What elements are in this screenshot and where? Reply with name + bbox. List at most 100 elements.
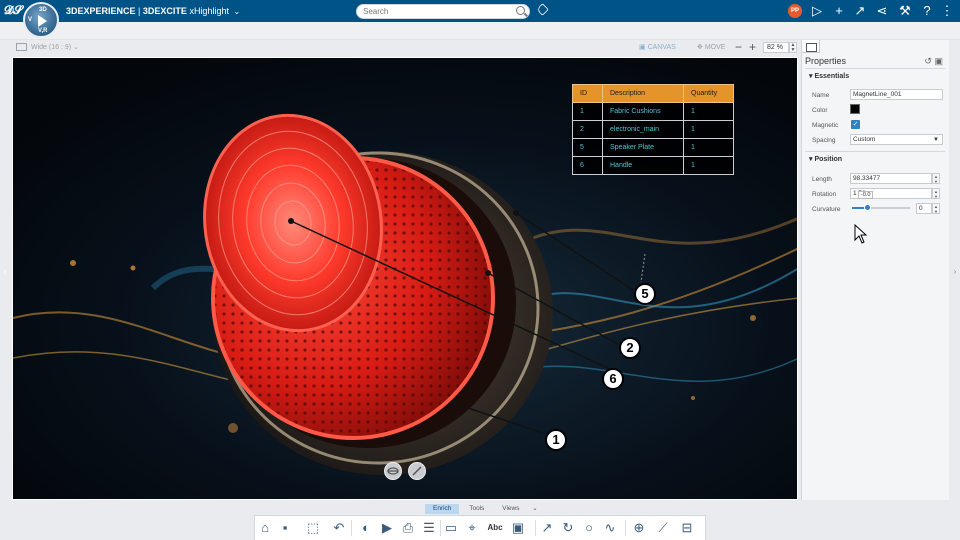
line-icon[interactable]: ⟋: [655, 520, 671, 536]
tabs-chevron-down-icon[interactable]: ⌄: [529, 504, 540, 514]
edit-line-icon[interactable]: [408, 462, 426, 480]
compass-play-icon: [38, 15, 47, 27]
magnetic-checkbox[interactable]: ✓: [851, 120, 860, 129]
name-field[interactable]: MagnetLine_001: [850, 89, 943, 100]
help-icon[interactable]: ?: [918, 2, 936, 20]
more-icon[interactable]: ⋮: [938, 2, 956, 20]
play-icon[interactable]: ▶: [379, 520, 395, 536]
reset-icon[interactable]: ↺: [924, 56, 932, 66]
undo-icon[interactable]: ↶: [331, 520, 347, 536]
top-bar: 𝓓𝓢 3DEXPERIENCE | 3DEXCITE xHighlight ⌄ …: [0, 0, 960, 22]
curvature-field[interactable]: 0: [916, 203, 932, 214]
curvature-stepper[interactable]: ▲ ▼: [932, 203, 940, 214]
render-icon[interactable]: ◐: [358, 520, 374, 536]
dassault-logo-icon: 𝓓𝓢: [4, 3, 23, 17]
aspect-ratio-icon: [16, 43, 27, 51]
chevron-down-icon: ⌄: [233, 7, 241, 16]
bom-header-id: ID: [572, 84, 603, 103]
move-mode-button[interactable]: ✥ MOVE: [697, 43, 725, 51]
callout-2[interactable]: 2: [619, 337, 641, 359]
search-input[interactable]: [357, 5, 507, 18]
divider: [805, 68, 945, 69]
save-icon[interactable]: ▪: [277, 520, 293, 536]
right-expand-icon[interactable]: ›: [951, 266, 959, 278]
import-icon[interactable]: ⬚: [305, 520, 321, 536]
link-icon[interactable]: [384, 462, 402, 480]
capture-icon[interactable]: ⎙: [400, 520, 416, 536]
rotation-label: Rotation: [812, 191, 837, 198]
name-label: Name: [812, 92, 830, 99]
tag-icon[interactable]: [536, 3, 549, 16]
canvas-mode-button[interactable]: ▣ CANVAS: [639, 43, 676, 51]
canvas-viewport[interactable]: 5 2 6 1 ID Description Quantity 1 Fabric…: [12, 57, 798, 500]
save-icon[interactable]: ▣: [934, 56, 943, 66]
action-bar-tabs: Enrich Tools Views ⌄: [425, 504, 541, 514]
bom-table[interactable]: ID Description Quantity 1 Fabric Cushion…: [572, 84, 734, 175]
add-icon[interactable]: +: [830, 2, 848, 20]
tab-enrich[interactable]: Enrich: [425, 504, 460, 514]
callout-1[interactable]: 1: [545, 429, 567, 451]
properties-tab[interactable]: [802, 40, 820, 53]
tab-tools[interactable]: Tools: [461, 504, 492, 514]
zoom-field[interactable]: 82 %: [763, 42, 789, 53]
align-icon[interactable]: ⊟: [679, 520, 695, 536]
home-icon[interactable]: ⌂: [257, 520, 273, 536]
length-stepper[interactable]: ▲ ▼: [932, 173, 940, 184]
table-row[interactable]: 5 Speaker Plate 1: [572, 138, 734, 157]
magnet-icon[interactable]: ⊕: [631, 520, 647, 536]
tab-views[interactable]: Views: [494, 504, 527, 514]
avatar[interactable]: PP: [788, 4, 802, 18]
properties-title: Properties: [805, 56, 847, 66]
comment-icon[interactable]: ▭: [443, 520, 459, 536]
share-icon[interactable]: ↗: [851, 2, 869, 20]
app-name-label: xHighlight: [189, 6, 229, 16]
zoom-in-button[interactable]: +: [749, 40, 756, 54]
bom-header-quantity: Quantity: [683, 84, 734, 103]
zoom-out-button[interactable]: −: [735, 40, 742, 54]
text-icon[interactable]: Abc: [485, 520, 505, 536]
image-icon[interactable]: ▣: [510, 520, 526, 536]
network-icon[interactable]: ⋖: [873, 2, 891, 20]
length-label: Length: [812, 176, 832, 183]
table-row[interactable]: 2 electronic_main 1: [572, 120, 734, 139]
circle-icon[interactable]: ○: [581, 520, 597, 536]
mouse-cursor-icon: [854, 224, 868, 244]
caret-down-icon: ▼: [933, 137, 939, 143]
compass-button[interactable]: 3D V V,R: [23, 2, 59, 38]
app-title[interactable]: 3DEXPERIENCE | 3DEXCITE xHighlight ⌄: [66, 6, 240, 16]
divider: [805, 151, 945, 152]
callout-5[interactable]: 5: [634, 283, 656, 305]
search-box[interactable]: [356, 4, 530, 19]
search-icon[interactable]: [516, 6, 525, 15]
list-icon[interactable]: ☰: [421, 520, 437, 536]
rotate-icon[interactable]: ↻: [560, 520, 576, 536]
table-row[interactable]: 1 Fabric Cushions 1: [572, 102, 734, 121]
color-swatch[interactable]: [850, 104, 860, 114]
callout-6[interactable]: 6: [602, 368, 624, 390]
curvature-slider-thumb[interactable]: [863, 204, 871, 211]
position-section[interactable]: ▾ Position: [809, 155, 842, 163]
aspect-ratio-select[interactable]: Wide (16 : 9) ⌄: [31, 43, 79, 51]
arrow-icon[interactable]: ↗: [539, 520, 555, 536]
sub-bar: [0, 22, 960, 40]
viewer-toolbar: Wide (16 : 9) ⌄ ▣ CANVAS ✥ MOVE − + 82 %…: [12, 40, 800, 55]
product-label: 3DEXCITE: [142, 6, 187, 16]
brand-label: 3DEXPERIENCE: [66, 6, 136, 16]
pin-icon[interactable]: ⌖: [464, 520, 480, 536]
curvature-slider[interactable]: [852, 204, 910, 211]
curve-icon[interactable]: ∿: [602, 520, 618, 536]
properties-panel: Properties ↺ ▣ ▾ Essentials Name MagnetL…: [801, 40, 949, 500]
color-label: Color: [812, 107, 828, 114]
table-row[interactable]: 6 Handle 1: [572, 156, 734, 175]
tools-icon[interactable]: ⚒: [896, 2, 914, 20]
magnetic-label: Magnetic: [812, 122, 839, 129]
left-expand-icon[interactable]: ›: [1, 266, 9, 278]
spacing-label: Spacing: [812, 137, 836, 144]
length-field[interactable]: 98.33477: [850, 173, 932, 184]
share-forward-icon[interactable]: ▷: [808, 2, 826, 20]
essentials-section[interactable]: ▾ Essentials: [809, 72, 849, 80]
spacing-select[interactable]: Custom ▼: [850, 134, 943, 145]
rotation-stepper[interactable]: ▲ ▼: [932, 188, 940, 199]
zoom-stepper[interactable]: ▲ ▼: [789, 42, 797, 53]
action-bar: ⌂ ▪ ⬚ ↶ ◐ ▶ ⎙ ☰ ▭ ⌖ Abc ▣ ↗ ↻ ○ ∿ ⊕ ⟋ ⊟: [254, 515, 706, 540]
